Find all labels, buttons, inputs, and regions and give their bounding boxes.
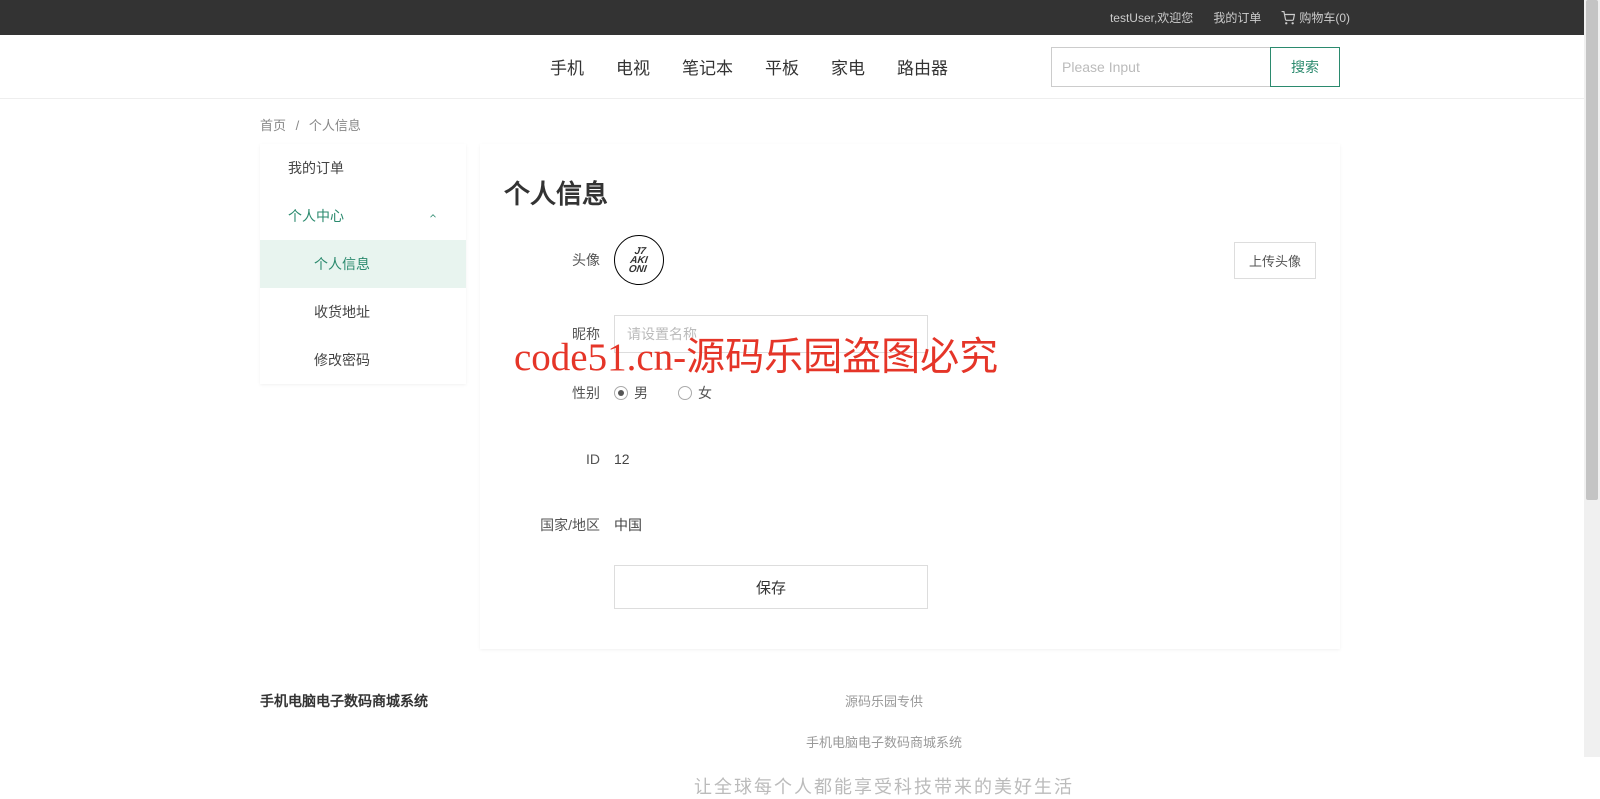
- nav-link-router[interactable]: 路由器: [897, 54, 948, 79]
- id-value: 12: [614, 451, 630, 467]
- label-nickname: 昵称: [504, 324, 614, 344]
- navbar: 手机 电视 笔记本 平板 家电 路由器 搜索: [0, 35, 1600, 99]
- avatar: J7AKIONI: [614, 235, 664, 285]
- nickname-input[interactable]: [614, 315, 928, 353]
- search-button[interactable]: 搜索: [1270, 47, 1340, 87]
- sidebar-item-center-label: 个人中心: [288, 206, 344, 226]
- radio-female-label: 女: [698, 383, 712, 403]
- radio-male[interactable]: 男: [614, 383, 648, 403]
- topbar-welcome[interactable]: testUser,欢迎您: [1110, 9, 1193, 26]
- chevron-up-icon: [428, 211, 438, 221]
- search-input[interactable]: [1051, 47, 1271, 87]
- radio-female-indicator: [678, 386, 692, 400]
- nav-link-tablet[interactable]: 平板: [765, 54, 799, 79]
- label-gender: 性别: [504, 383, 614, 403]
- sidebar-item-center[interactable]: 个人中心: [260, 192, 466, 240]
- breadcrumb-separator: /: [296, 118, 300, 133]
- label-region: 国家/地区: [504, 515, 614, 535]
- nav-link-appliance[interactable]: 家电: [831, 54, 865, 79]
- sidebar: 我的订单 个人中心 个人信息 收货地址 修改密码: [260, 144, 466, 384]
- main-card: 个人信息 头像 J7AKIONI 上传头像 昵称 性: [480, 144, 1340, 649]
- nav-link-laptop[interactable]: 笔记本: [682, 54, 733, 79]
- radio-female[interactable]: 女: [678, 383, 712, 403]
- radio-male-label: 男: [634, 383, 648, 403]
- avatar-image: J7AKIONI: [628, 247, 650, 274]
- label-id: ID: [504, 451, 614, 467]
- nav-link-tv[interactable]: 电视: [616, 54, 650, 79]
- footer-line1: 源码乐园专供: [428, 691, 1340, 710]
- nav-link-phone[interactable]: 手机: [550, 54, 584, 79]
- label-avatar: 头像: [504, 250, 614, 270]
- sidebar-sub-password[interactable]: 修改密码: [260, 336, 466, 384]
- topbar-cart-label: 购物车(0): [1299, 9, 1350, 26]
- sidebar-item-my-orders[interactable]: 我的订单: [260, 144, 466, 192]
- page-title: 个人信息: [504, 174, 1316, 211]
- scrollbar-track[interactable]: [1584, 0, 1600, 757]
- search-group: 搜索: [1051, 47, 1340, 87]
- region-value: 中国: [614, 515, 642, 535]
- footer: 手机电脑电子数码商城系统 源码乐园专供 手机电脑电子数码商城系统 让全球每个人都…: [260, 679, 1340, 799]
- topbar-my-orders[interactable]: 我的订单: [1213, 9, 1261, 26]
- nav-links: 手机 电视 笔记本 平板 家电 路由器: [260, 54, 948, 79]
- scrollbar-thumb[interactable]: [1586, 0, 1598, 500]
- upload-avatar-button[interactable]: 上传头像: [1234, 242, 1316, 279]
- save-button[interactable]: 保存: [614, 565, 928, 609]
- sidebar-sub-profile[interactable]: 个人信息: [260, 240, 466, 288]
- footer-brand: 手机电脑电子数码商城系统: [260, 691, 428, 711]
- topbar: testUser,欢迎您 我的订单 购物车(0): [0, 0, 1600, 35]
- breadcrumb-home[interactable]: 首页: [260, 118, 286, 133]
- breadcrumb: 首页 / 个人信息: [260, 99, 1340, 144]
- radio-male-indicator: [614, 386, 628, 400]
- footer-line2: 手机电脑电子数码商城系统: [428, 732, 1340, 751]
- sidebar-sub-address[interactable]: 收货地址: [260, 288, 466, 336]
- footer-slogan: 让全球每个人都能享受科技带来的美好生活: [428, 773, 1340, 799]
- topbar-cart[interactable]: 购物车(0): [1281, 9, 1350, 26]
- cart-icon: [1281, 11, 1295, 25]
- breadcrumb-current: 个人信息: [309, 118, 361, 133]
